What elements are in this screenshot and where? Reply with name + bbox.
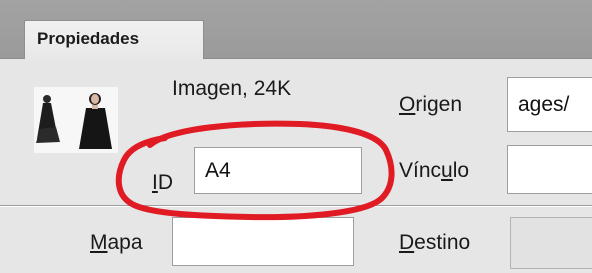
- image-thumbnail: [34, 87, 118, 153]
- vinculo-label: Vínculo: [399, 159, 470, 182]
- origen-field[interactable]: ages/: [507, 77, 592, 132]
- origen-label: Origen: [399, 93, 463, 116]
- id-label: ID: [152, 171, 174, 194]
- properties-panel: Propiedades Imagen, 24K ID A4 Origen age…: [0, 0, 592, 273]
- image-info: Imagen, 24K: [172, 77, 292, 100]
- mapa-field[interactable]: [172, 217, 354, 266]
- vinculo-field[interactable]: [507, 145, 592, 194]
- tab-strip: Propiedades: [0, 0, 592, 59]
- destino-label: Destino: [399, 231, 471, 254]
- id-field[interactable]: A4: [194, 147, 362, 194]
- mapa-label: Mapa: [90, 231, 143, 254]
- tab-propiedades[interactable]: Propiedades: [24, 20, 204, 59]
- section-divider: [0, 205, 592, 207]
- destino-field[interactable]: [510, 217, 592, 269]
